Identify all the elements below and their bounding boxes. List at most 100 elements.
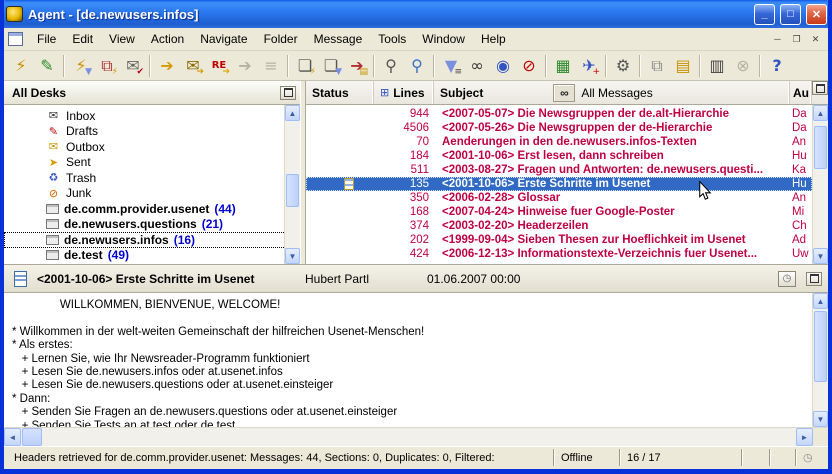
message-row[interactable]: 350<2006-02-28> GlossarAn [306, 191, 812, 205]
menu-tools[interactable]: Tools [370, 29, 414, 49]
column-author[interactable]: Au [790, 81, 812, 104]
copy-icon[interactable]: ⧉ [644, 53, 670, 78]
column-lines[interactable]: ⊞ Lines [374, 81, 434, 104]
folder-outbox[interactable]: ✉Outbox [4, 139, 300, 155]
reply-icon[interactable]: RE➔ [206, 53, 232, 78]
folder-sent[interactable]: ➤Sent [4, 155, 300, 171]
status-pane-empty [769, 449, 795, 466]
save-messages-icon[interactable]: ❏▼ [318, 53, 344, 78]
folder-trash[interactable]: ♻Trash [4, 170, 300, 186]
desks-panel-header: All Desks [4, 81, 300, 105]
get-marked-bodies-icon[interactable]: ⚡▼ [68, 53, 94, 78]
message-row[interactable]: 424<2006-12-13> Informationstexte-Verzei… [306, 247, 812, 261]
watch-thread-icon[interactable]: ∞ [464, 53, 490, 78]
message-row[interactable]: 374<2003-02-20> HeaderzeilenCh [306, 219, 812, 233]
message-row[interactable]: 70Aenderungen in den de.newusers.infos-T… [306, 135, 812, 149]
mdi-restore-button[interactable]: ❐ [788, 32, 805, 47]
close-button[interactable]: ✕ [806, 4, 827, 25]
scroll-down-icon[interactable]: ▼ [285, 248, 300, 264]
binoculars-icon[interactable]: ∞ [553, 84, 575, 102]
new-email-message-icon[interactable]: ✉➔ [180, 53, 206, 78]
folder-de-newusers-questions[interactable]: de.newusers.questions(21) [4, 217, 300, 233]
ignore-thread-icon[interactable]: ◉ [490, 53, 516, 78]
menu-window[interactable]: Window [414, 29, 473, 49]
menu-help[interactable]: Help [473, 29, 514, 49]
minimize-button[interactable]: _ [754, 4, 775, 25]
scroll-down-icon[interactable]: ▼ [813, 248, 828, 264]
view-image-icon[interactable]: ▦ [550, 53, 576, 78]
preferences-icon[interactable]: ⚙ [610, 53, 636, 78]
find-icon[interactable]: ⚲ [378, 53, 404, 78]
mdi-close-button[interactable]: ✕ [807, 32, 824, 47]
scroll-thumb[interactable] [22, 428, 42, 446]
preview-maximize-button[interactable] [806, 272, 822, 286]
preview-scrollbar[interactable]: ▲ ▼ [812, 293, 828, 427]
folder-inbox[interactable]: ✉Inbox [4, 108, 300, 124]
get-new-messages-icon[interactable]: ⚡ [8, 53, 34, 78]
message-filter-label[interactable]: All Messages [581, 86, 652, 100]
folders-icon[interactable]: ▤ [670, 53, 696, 78]
status-bar: Headers retrieved for de.comm.provider.u… [4, 446, 828, 469]
scroll-right-icon[interactable]: ► [796, 428, 813, 446]
mdi-minimize-button[interactable]: ─ [769, 32, 786, 47]
scroll-down-icon[interactable]: ▼ [813, 411, 828, 427]
scroll-thumb[interactable] [814, 311, 827, 382]
block-sender-icon[interactable]: ⊘ [516, 53, 542, 78]
message-row[interactable]: 4506<2007-05-26> Die Newsgruppen der de-… [306, 121, 812, 135]
list-scrollbar[interactable]: ▲ ▼ [812, 105, 828, 264]
menu-navigate[interactable]: Navigate [192, 29, 255, 49]
list-maximize-button[interactable] [812, 81, 828, 95]
message-row[interactable]: 135<2001-10-06> Erste Schritte im Usenet… [306, 177, 812, 191]
message-row[interactable]: 168<2007-04-24> Hinweise fuer Google-Pos… [306, 205, 812, 219]
tree-scrollbar[interactable]: ▲ ▼ [284, 105, 300, 264]
menu-edit[interactable]: Edit [64, 29, 101, 49]
folder-junk[interactable]: ⊘Junk [4, 186, 300, 202]
scroll-up-icon[interactable]: ▲ [813, 293, 828, 309]
move-to-folder-icon[interactable]: ➔▤ [344, 53, 370, 78]
de-test-icon [46, 250, 59, 260]
launch-browser-icon[interactable]: ✈+ [576, 53, 602, 78]
scroll-up-icon[interactable]: ▲ [813, 105, 828, 121]
message-author: Ch [790, 220, 812, 232]
message-list-panel: Status ⊞ Lines Subject ∞ All Messages Au… [306, 81, 828, 264]
filter-messages-icon[interactable]: ▼≡ [438, 53, 464, 78]
message-status-icon[interactable]: ◷ [778, 271, 796, 287]
menu-folder[interactable]: Folder [256, 29, 306, 49]
get-selected-bodies-icon[interactable]: ⧉⚡ [94, 53, 120, 78]
scroll-thumb[interactable] [814, 126, 827, 169]
folder-de-comm-provider-usenet[interactable]: de.comm.provider.usenet(44) [4, 201, 300, 217]
thread-expand-icon: ⊞ [380, 86, 389, 99]
folder-label: de.test [64, 248, 103, 262]
menu-message[interactable]: Message [306, 29, 371, 49]
help-icon[interactable]: ? [764, 53, 790, 78]
folder-label: de.newusers.questions [64, 217, 197, 231]
message-row[interactable]: 944<2007-05-07> Die Newsgruppen der de.a… [306, 107, 812, 121]
scroll-left-icon[interactable]: ◄ [4, 428, 21, 446]
desks-maximize-button[interactable] [280, 86, 296, 100]
window-panes-icon[interactable]: ▥ [704, 53, 730, 78]
post-queued-messages-icon[interactable]: ✎ [34, 53, 60, 78]
menu-file[interactable]: File [29, 29, 64, 49]
folder-de-test[interactable]: de.test(49) [4, 248, 300, 264]
search-web-icon[interactable]: ⚲ [404, 53, 430, 78]
launch-attachment-icon[interactable]: ❏⚡ [292, 53, 318, 78]
folder-de-newusers-infos[interactable]: de.newusers.infos(16) [4, 232, 300, 248]
new-usenet-message-icon[interactable]: ➔ [154, 53, 180, 78]
scroll-up-icon[interactable]: ▲ [285, 105, 300, 121]
column-subject[interactable]: Subject ∞ All Messages [434, 81, 790, 104]
message-row[interactable]: 202<1999-09-04> Sieben Thesen zur Hoefli… [306, 233, 812, 247]
maximize-button[interactable]: □ [780, 4, 801, 25]
message-row[interactable]: 184<2001-10-06> Erst lesen, dann schreib… [306, 149, 812, 163]
folder-drafts[interactable]: ✎Drafts [4, 124, 300, 140]
message-subject: Aenderungen in den de.newusers.infos-Tex… [434, 136, 790, 148]
desks-panel: All Desks ✉Inbox✎Drafts✉Outbox➤Sent♻Tras… [4, 81, 300, 264]
menu-action[interactable]: Action [143, 29, 192, 49]
folder-label: Inbox [66, 109, 95, 123]
column-status[interactable]: Status [306, 81, 374, 104]
scroll-thumb[interactable] [286, 174, 299, 207]
mark-read-icon[interactable]: ✉✔ [120, 53, 146, 78]
preview-horizontal-scrollbar[interactable]: ◄ ► [4, 427, 828, 446]
message-row[interactable]: 511<2003-08-27> Fragen und Antworten: de… [306, 163, 812, 177]
message-author: Uw [790, 248, 812, 260]
menu-view[interactable]: View [101, 29, 143, 49]
